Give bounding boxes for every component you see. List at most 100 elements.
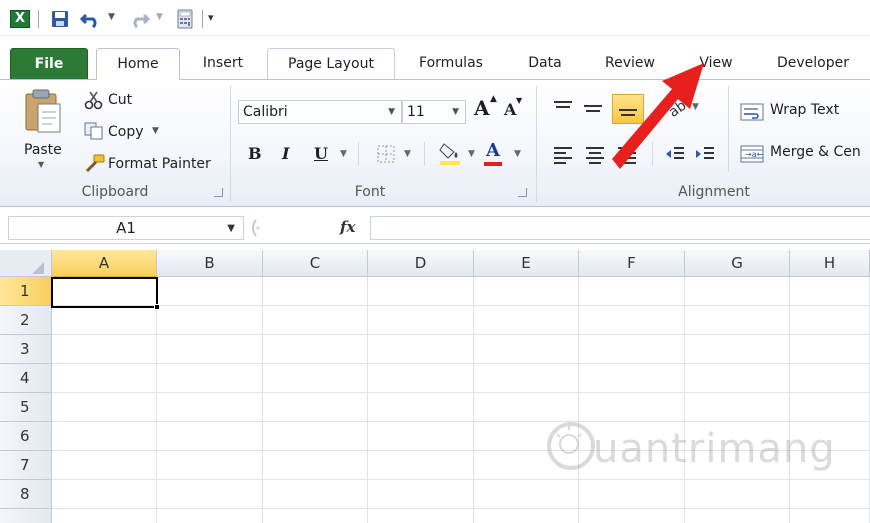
insert-function-button[interactable]: fx xyxy=(340,218,355,236)
grid-cell[interactable] xyxy=(790,480,870,509)
copy-dropdown-icon[interactable]: ▼ xyxy=(152,126,159,136)
column-header-a[interactable]: A xyxy=(52,250,157,277)
name-box-dropdown-icon[interactable]: ▼ xyxy=(227,218,235,240)
grid-cell[interactable] xyxy=(685,451,790,480)
grid-cell[interactable] xyxy=(579,509,685,523)
grid-cell[interactable] xyxy=(263,509,368,523)
align-top-icon[interactable] xyxy=(552,98,574,118)
grid-cell[interactable] xyxy=(474,451,579,480)
grid-cell[interactable] xyxy=(790,451,870,480)
grid-cell[interactable] xyxy=(368,393,474,422)
grid-cell[interactable] xyxy=(157,393,263,422)
borders-dropdown-icon[interactable]: ▼ xyxy=(404,149,411,159)
grid-cell[interactable] xyxy=(52,335,157,364)
fill-handle[interactable] xyxy=(154,304,160,310)
wrap-text-icon[interactable] xyxy=(740,102,766,122)
grid-cell[interactable] xyxy=(52,364,157,393)
bold-button[interactable]: B xyxy=(248,144,262,163)
grid-cell[interactable] xyxy=(157,306,263,335)
column-header-g[interactable]: G xyxy=(685,250,790,277)
format-painter-icon[interactable] xyxy=(82,154,106,174)
shrink-font-button[interactable]: A xyxy=(504,100,516,119)
grid-cell[interactable] xyxy=(157,364,263,393)
grid-cell[interactable] xyxy=(579,393,685,422)
copy-icon[interactable] xyxy=(84,122,104,140)
grid-cell[interactable] xyxy=(579,422,685,451)
grid-cell[interactable] xyxy=(474,277,579,306)
formula-input[interactable] xyxy=(370,216,870,240)
column-header-d[interactable]: D xyxy=(368,250,474,277)
save-icon[interactable] xyxy=(50,9,70,29)
calculator-icon[interactable] xyxy=(176,9,194,29)
underline-button[interactable]: U xyxy=(314,144,328,163)
tab-insert[interactable]: Insert xyxy=(190,48,256,80)
grid-cell[interactable] xyxy=(790,277,870,306)
font-size-dropdown-icon[interactable]: ▼ xyxy=(452,101,459,123)
grid-cell[interactable] xyxy=(52,451,157,480)
name-box[interactable]: A1 ▼ xyxy=(8,216,244,240)
grid-cell[interactable] xyxy=(263,422,368,451)
merge-center-button[interactable]: Merge & Cen xyxy=(770,144,861,160)
grid-cell[interactable] xyxy=(263,306,368,335)
column-header-f[interactable]: F xyxy=(579,250,685,277)
grid-cell[interactable] xyxy=(263,451,368,480)
grid-cell[interactable] xyxy=(368,451,474,480)
grid-cell[interactable] xyxy=(579,364,685,393)
grid-cell[interactable] xyxy=(368,335,474,364)
paste-dropdown-icon[interactable]: ▼ xyxy=(38,160,44,169)
tab-home[interactable]: Home xyxy=(96,48,180,80)
grid-cell[interactable] xyxy=(474,364,579,393)
grid-cell[interactable] xyxy=(52,393,157,422)
grid-cell[interactable] xyxy=(685,277,790,306)
font-color-button[interactable]: A xyxy=(486,140,500,161)
grid-cell[interactable] xyxy=(157,451,263,480)
column-header-c[interactable]: C xyxy=(263,250,368,277)
grid-cell[interactable] xyxy=(368,306,474,335)
grid-cell[interactable] xyxy=(263,480,368,509)
format-painter-button[interactable]: Format Painter xyxy=(108,156,211,172)
merge-center-icon[interactable]: →a← xyxy=(740,144,766,164)
grid-cell[interactable] xyxy=(579,451,685,480)
underline-dropdown-icon[interactable]: ▼ xyxy=(340,149,347,159)
grid-cell[interactable] xyxy=(52,509,157,523)
font-name-combo[interactable]: Calibri ▼ xyxy=(238,100,402,124)
excel-logo-icon[interactable]: X xyxy=(10,10,30,28)
wrap-text-button[interactable]: Wrap Text xyxy=(770,102,839,118)
column-header-b[interactable]: B xyxy=(157,250,263,277)
grid-cell[interactable] xyxy=(579,335,685,364)
active-cell-a1[interactable] xyxy=(51,277,158,308)
clipboard-dialog-launcher-icon[interactable] xyxy=(214,188,223,197)
tab-data[interactable]: Data xyxy=(518,48,572,80)
grid-cell[interactable] xyxy=(685,393,790,422)
borders-icon[interactable] xyxy=(376,144,396,164)
paste-button[interactable]: Paste xyxy=(24,142,62,158)
cut-button[interactable]: Cut xyxy=(108,92,132,108)
undo-dropdown-icon[interactable]: ▼ xyxy=(108,12,115,22)
grid-cell[interactable] xyxy=(263,335,368,364)
row-header[interactable]: 5 xyxy=(0,393,52,422)
scissors-icon[interactable] xyxy=(84,90,104,110)
tab-file[interactable]: File xyxy=(10,48,88,80)
column-header-e[interactable]: E xyxy=(474,250,579,277)
fill-color-icon[interactable] xyxy=(438,140,462,166)
grid-cell[interactable] xyxy=(685,422,790,451)
grid-cell[interactable] xyxy=(368,509,474,523)
grid-cell[interactable] xyxy=(263,277,368,306)
grid-cell[interactable] xyxy=(474,422,579,451)
grid-cell[interactable] xyxy=(685,335,790,364)
font-size-combo[interactable]: 11 ▼ xyxy=(402,100,466,124)
paste-icon[interactable] xyxy=(22,88,64,134)
row-header[interactable]: 6 xyxy=(0,422,52,451)
grid-cell[interactable] xyxy=(52,306,157,335)
grid-cell[interactable] xyxy=(474,480,579,509)
grid-cell[interactable] xyxy=(474,335,579,364)
row-header[interactable]: 4 xyxy=(0,364,52,393)
align-left-icon[interactable] xyxy=(552,144,574,164)
grid-cell[interactable] xyxy=(368,277,474,306)
tab-developer[interactable]: Developer xyxy=(765,48,861,80)
copy-button[interactable]: Copy xyxy=(108,124,144,140)
column-header-h[interactable]: H xyxy=(790,250,870,277)
fill-color-dropdown-icon[interactable]: ▼ xyxy=(468,149,475,159)
grid-cell[interactable] xyxy=(157,480,263,509)
row-header[interactable] xyxy=(0,509,52,523)
